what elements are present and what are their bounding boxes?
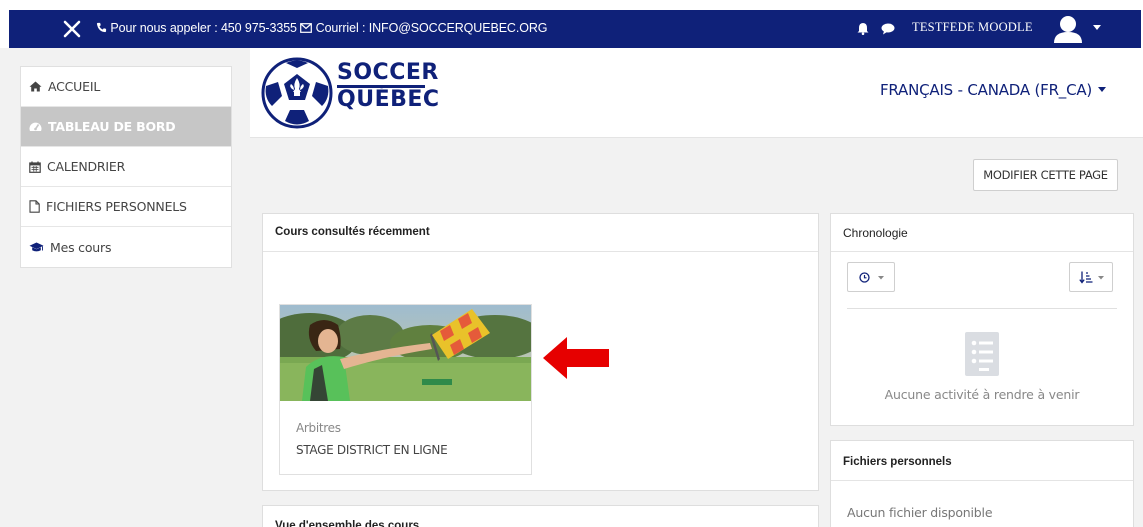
course-overview-block: Vue d'ensemble des cours xyxy=(262,505,819,527)
divider xyxy=(847,308,1117,309)
envelope-icon xyxy=(300,23,313,33)
chevron-down-icon[interactable] xyxy=(1093,25,1101,30)
phone-text: Pour nous appeler : 450 975-3355 xyxy=(110,21,297,35)
file-icon xyxy=(29,200,40,213)
block-title: Chronologie xyxy=(843,226,908,240)
empty-message: Aucune activité à rendre à venir xyxy=(884,387,1080,402)
empty-message: Aucun fichier disponible xyxy=(847,505,993,520)
bell-icon[interactable] xyxy=(857,22,869,35)
timeline-block: Chronologie Aucune activité à rendre à v… xyxy=(830,213,1134,426)
card-header: Fichiers personnels xyxy=(831,441,1133,481)
dashboard-icon xyxy=(29,122,42,131)
chevron-down-icon xyxy=(878,276,884,280)
chat-icon[interactable] xyxy=(881,23,895,35)
contact-info: Pour nous appeler : 450 975-3355 Courrie… xyxy=(96,21,548,35)
chevron-down-icon xyxy=(1098,276,1104,280)
course-name[interactable]: STAGE DISTRICT EN LIGNE xyxy=(296,443,448,457)
sidebar-item-tableau-de-bord[interactable]: TABLEAU DE BORD xyxy=(21,107,231,147)
edit-page-button[interactable]: MODIFIER CETTE PAGE xyxy=(973,159,1118,191)
card-header: Cours consultés récemment xyxy=(263,214,818,252)
empty-list-icon xyxy=(965,332,999,376)
block-title: Fichiers personnels xyxy=(843,456,952,468)
home-icon xyxy=(29,81,42,92)
language-label: FRANÇAIS - CANADA (FR_CA) xyxy=(880,81,1093,99)
course-image[interactable] xyxy=(280,305,531,401)
top-nav-bar: Pour nous appeler : 450 975-3355 Courrie… xyxy=(9,10,1141,48)
logo-text: SOCCER xyxy=(337,60,439,85)
sidebar-item-label: Mes cours xyxy=(50,239,112,255)
sidebar-item-accueil[interactable]: ACCUEIL xyxy=(21,67,231,107)
avatar[interactable] xyxy=(1052,13,1084,45)
calendar-icon xyxy=(29,161,41,173)
arrow-annotation xyxy=(543,337,609,379)
private-files-block: Fichiers personnels Aucun fichier dispon… xyxy=(830,440,1134,527)
sidebar-item-label: CALENDRIER xyxy=(47,159,126,174)
sidebar-item-mes-cours[interactable]: Mes cours xyxy=(21,227,231,267)
clock-icon xyxy=(859,272,870,283)
sidebar-item-label: FICHIERS PERSONNELS xyxy=(46,199,187,214)
filter-dropdown[interactable] xyxy=(847,262,895,292)
user-name[interactable]: TESTFEDE MOODLE xyxy=(912,20,1033,35)
sort-dropdown[interactable] xyxy=(1069,262,1113,292)
top-bar: Pour nous appeler : 450 975-3355 Courrie… xyxy=(0,0,1143,48)
block-title: Vue d'ensemble des cours xyxy=(275,520,420,527)
sort-icon xyxy=(1079,271,1093,284)
sidebar-item-fichiers-personnels[interactable]: FICHIERS PERSONNELS xyxy=(21,187,231,227)
block-title: Cours consultés récemment xyxy=(275,226,430,238)
soccer-ball-logo[interactable] xyxy=(260,56,334,130)
course-category: Arbitres xyxy=(296,421,341,435)
graduation-cap-icon xyxy=(29,242,44,251)
card-header: Chronologie xyxy=(831,214,1133,252)
close-icon[interactable] xyxy=(60,17,84,41)
course-card[interactable]: Arbitres STAGE DISTRICT EN LIGNE xyxy=(279,304,532,475)
sidebar-item-label: TABLEAU DE BORD xyxy=(48,119,176,134)
language-selector[interactable]: FRANÇAIS - CANADA (FR_CA) xyxy=(880,81,1107,99)
logo-text: QUÉBEC xyxy=(337,87,440,112)
recent-courses-block: Cours consultés récemment Arbitres STAGE… xyxy=(262,213,819,491)
sidebar-item-label: ACCUEIL xyxy=(48,79,101,94)
sidebar-nav: ACCUEIL TABLEAU DE BORD CALENDRIER FICHI… xyxy=(20,66,232,268)
phone-icon xyxy=(96,22,107,33)
email-link[interactable]: Courriel : INFO@SOCCERQUEBEC.ORG xyxy=(316,21,548,35)
chevron-down-icon xyxy=(1098,87,1107,92)
sidebar-item-calendrier[interactable]: CALENDRIER xyxy=(21,147,231,187)
page-header: SOCCER QUÉBEC FRANÇAIS - CANADA (FR_CA) xyxy=(250,48,1143,138)
